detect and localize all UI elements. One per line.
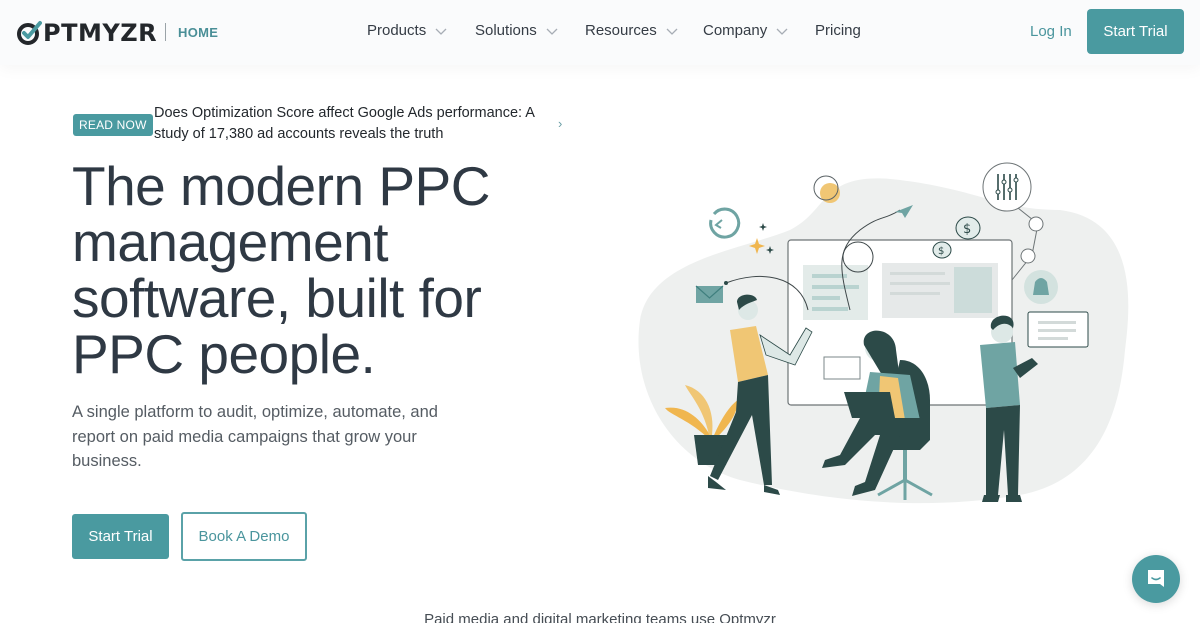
clock-icon bbox=[709, 207, 741, 239]
logo-check-o-icon bbox=[17, 21, 42, 45]
nav-pricing-label: Pricing bbox=[815, 22, 861, 39]
nav-resources-label: Resources bbox=[585, 22, 657, 39]
read-now-badge: READ NOW bbox=[73, 114, 153, 136]
nav-solutions[interactable]: Solutions bbox=[475, 22, 559, 39]
social-proof-text: Paid media and digital marketing teams u… bbox=[424, 611, 776, 623]
chevron-down-icon bbox=[776, 28, 788, 35]
nav-products-label: Products bbox=[367, 22, 427, 39]
nav-company[interactable]: Company bbox=[703, 22, 789, 39]
nav-pricing[interactable]: Pricing bbox=[815, 22, 861, 39]
chat-launcher-button[interactable] bbox=[1132, 555, 1180, 603]
sparkle-icon bbox=[759, 223, 767, 231]
announcement-text[interactable]: Does Optimization Score affect Google Ad… bbox=[154, 103, 564, 145]
site-header: PTMYZR HOME Products Solutions Resources… bbox=[0, 0, 1200, 65]
nav-products[interactable]: Products bbox=[367, 22, 448, 39]
hero-title: The modern PPC management software, buil… bbox=[72, 155, 490, 385]
start-trial-button[interactable]: Start Trial bbox=[72, 514, 169, 559]
book-demo-button[interactable]: Book A Demo bbox=[181, 512, 307, 561]
logo-text: PTMYZR bbox=[43, 19, 158, 47]
chevron-down-icon bbox=[435, 28, 447, 35]
home-link[interactable]: HOME bbox=[178, 25, 218, 40]
login-link[interactable]: Log In bbox=[1030, 23, 1072, 40]
nav-solutions-label: Solutions bbox=[475, 22, 537, 39]
logo[interactable]: PTMYZR bbox=[16, 19, 157, 47]
bell-icon bbox=[1024, 270, 1058, 304]
nav-company-label: Company bbox=[703, 22, 768, 39]
envelope-icon bbox=[695, 285, 724, 303]
dollar-coin-icon: $ bbox=[932, 241, 952, 259]
svg-text:$: $ bbox=[963, 222, 971, 237]
nav-resources[interactable]: Resources bbox=[585, 22, 679, 39]
chevron-down-icon bbox=[546, 28, 558, 35]
dollar-coin-icon: $ bbox=[955, 216, 981, 240]
hero-subtitle: A single platform to audit, optimize, au… bbox=[72, 403, 438, 470]
start-trial-header-button[interactable]: Start Trial bbox=[1087, 9, 1184, 54]
chat-bubble-icon bbox=[1148, 570, 1164, 587]
message-card-icon bbox=[1027, 311, 1089, 348]
hero-illustration: $ $ bbox=[638, 162, 1129, 504]
logo-divider bbox=[165, 23, 166, 41]
svg-text:$: $ bbox=[938, 246, 944, 257]
chevron-right-icon: › bbox=[558, 116, 563, 131]
settings-sliders-icon bbox=[982, 162, 1032, 212]
chevron-down-icon bbox=[666, 28, 678, 35]
